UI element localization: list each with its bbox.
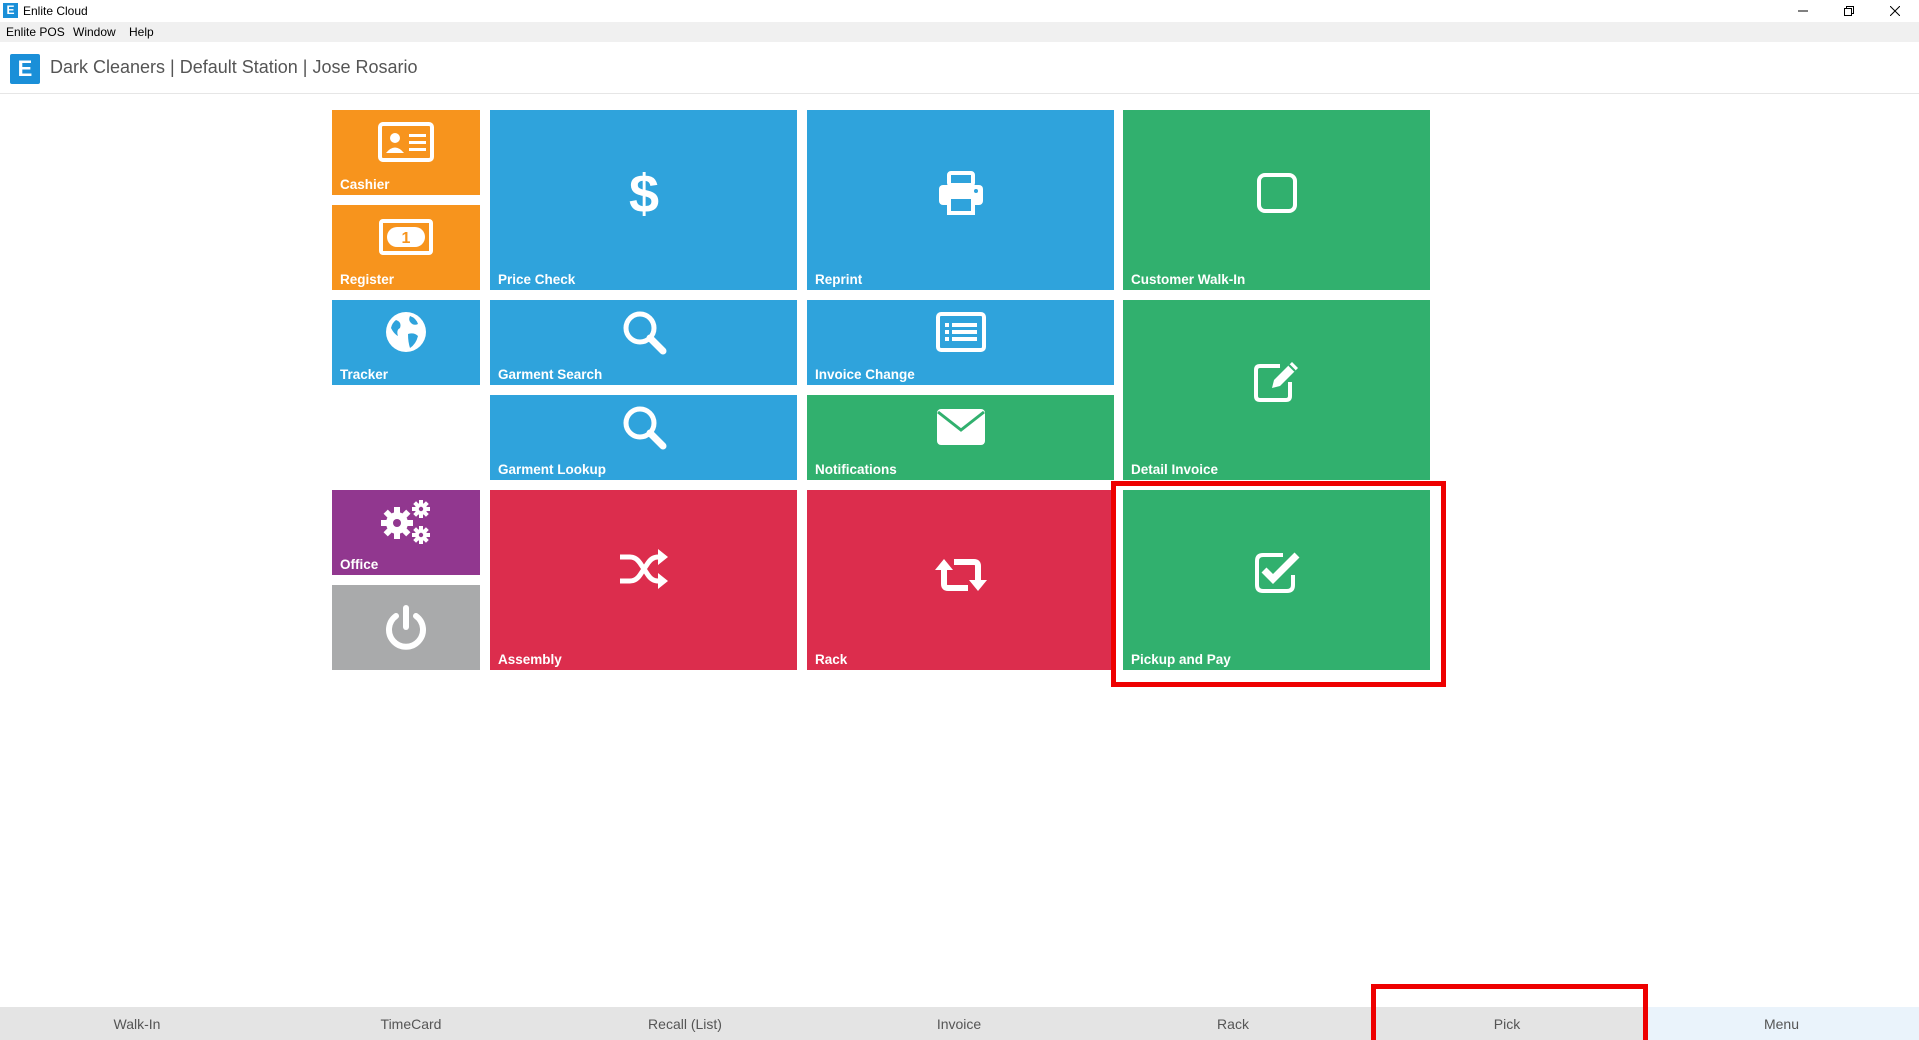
reprint-tile[interactable]: Reprint <box>807 110 1114 290</box>
tile-label: Tracker <box>340 367 389 382</box>
tile-label: Garment Search <box>498 367 603 382</box>
menu-enlite-pos[interactable]: Enlite POS <box>6 25 65 39</box>
app-header: E Dark Cleaners | Default Station | Jose… <box>0 42 1919 94</box>
close-button[interactable] <box>1873 0 1917 22</box>
menu-bar: Enlite POS Window Help <box>0 22 1919 42</box>
globe-icon <box>384 310 428 354</box>
tile-label: Rack <box>815 652 848 667</box>
nav-pick[interactable]: Pick <box>1370 1007 1644 1040</box>
bottom-nav: Walk-In TimeCard Recall (List) Invoice R… <box>0 1007 1919 1040</box>
tile-label: Cashier <box>340 177 390 192</box>
envelope-icon <box>936 408 986 446</box>
tile-label: Register <box>340 272 395 287</box>
tile-label: Customer Walk-In <box>1131 272 1246 287</box>
money-bill-icon: 1 <box>379 219 433 256</box>
brand-logo: E <box>10 54 40 84</box>
tracker-tile[interactable]: Tracker <box>332 300 480 385</box>
tile-label: Detail Invoice <box>1131 462 1219 477</box>
search-icon <box>621 404 667 450</box>
svg-text:1: 1 <box>402 230 411 247</box>
cashier-tile[interactable]: Cashier <box>332 110 480 195</box>
nav-walk-in[interactable]: Walk-In <box>0 1007 274 1040</box>
menu-help[interactable]: Help <box>129 25 154 39</box>
power-tile[interactable] <box>332 585 480 670</box>
tile-label: Office <box>340 557 379 572</box>
tile-label: Assembly <box>498 652 562 667</box>
nav-invoice[interactable]: Invoice <box>822 1007 1096 1040</box>
minimize-button[interactable] <box>1781 0 1825 22</box>
app-window: E Enlite Cloud Enlite POS Window Help E … <box>0 0 1919 1040</box>
restore-icon <box>1844 6 1854 16</box>
shuffle-icon <box>618 547 670 591</box>
square-icon <box>1256 172 1298 214</box>
nav-menu[interactable]: Menu <box>1644 1007 1919 1040</box>
gears-icon <box>379 497 433 547</box>
printer-icon <box>937 170 985 215</box>
notifications-tile[interactable]: Notifications <box>807 395 1114 480</box>
tile-label: Pickup and Pay <box>1131 652 1231 667</box>
power-icon <box>384 604 428 651</box>
customer-walk-in-tile[interactable]: Customer Walk-In <box>1123 110 1430 290</box>
list-icon <box>935 312 986 353</box>
register-tile[interactable]: 1 Register <box>332 205 480 290</box>
tile-label: Invoice Change <box>815 367 915 382</box>
nav-timecard[interactable]: TimeCard <box>274 1007 548 1040</box>
search-icon <box>621 309 667 355</box>
office-tile[interactable]: Office <box>332 490 480 575</box>
tile-label: Reprint <box>815 272 863 287</box>
tile-label: Garment Lookup <box>498 462 607 477</box>
restore-button[interactable] <box>1827 0 1871 22</box>
nav-recall-list[interactable]: Recall (List) <box>548 1007 822 1040</box>
dollar-icon: $ <box>627 166 661 220</box>
svg-text:$: $ <box>628 166 658 220</box>
id-card-icon <box>378 122 434 163</box>
close-icon <box>1890 6 1900 16</box>
assembly-tile[interactable]: Assembly <box>490 490 797 670</box>
page-title: Dark Cleaners | Default Station | Jose R… <box>50 57 418 77</box>
check-square-icon <box>1253 549 1301 593</box>
title-bar: E Enlite Cloud <box>0 0 1919 22</box>
retweet-icon <box>934 556 988 594</box>
tile-label: Price Check <box>498 272 576 287</box>
minimize-icon <box>1798 10 1808 12</box>
price-check-tile[interactable]: $ Price Check <box>490 110 797 290</box>
menu-window[interactable]: Window <box>73 25 116 39</box>
window-title: Enlite Cloud <box>23 4 88 18</box>
edit-icon <box>1252 358 1302 404</box>
garment-search-tile[interactable]: Garment Search <box>490 300 797 385</box>
tile-label: Notifications <box>815 462 897 477</box>
nav-rack[interactable]: Rack <box>1096 1007 1370 1040</box>
invoice-change-tile[interactable]: Invoice Change <box>807 300 1114 385</box>
rack-tile[interactable]: Rack <box>807 490 1114 670</box>
detail-invoice-tile[interactable]: Detail Invoice <box>1123 300 1430 480</box>
garment-lookup-tile[interactable]: Garment Lookup <box>490 395 797 480</box>
app-icon: E <box>3 3 18 18</box>
pickup-and-pay-tile[interactable]: Pickup and Pay <box>1123 490 1430 670</box>
